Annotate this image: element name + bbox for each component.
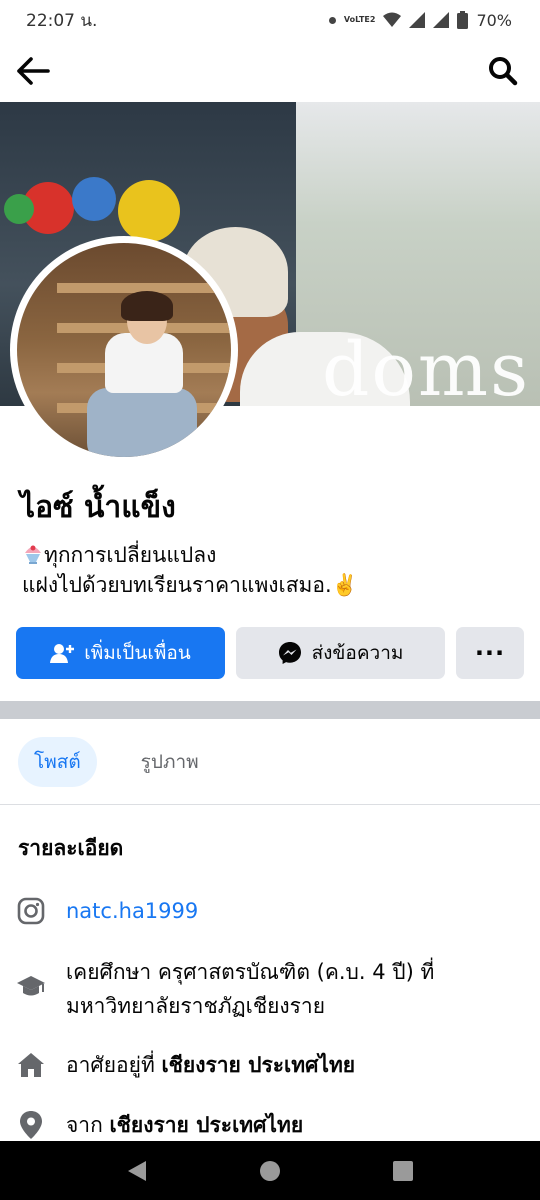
add-friend-button[interactable]: เพิ่มเป็นเพื่อน xyxy=(16,627,225,679)
profile-actions: เพิ่มเป็นเพื่อน ส่งข้อความ ··· xyxy=(16,627,524,679)
bio-line-1: ทุกการเปลี่ยนแปลง xyxy=(44,543,217,567)
add-friend-label: เพิ่มเป็นเพื่อน xyxy=(84,642,191,664)
cover-sign-text: doms xyxy=(322,327,531,406)
cover-flower-yellow xyxy=(118,180,180,242)
signal-2-icon xyxy=(433,12,450,28)
messenger-icon xyxy=(278,642,301,664)
search-icon[interactable] xyxy=(488,56,518,86)
message-label: ส่งข้อความ xyxy=(311,642,404,664)
details-heading: รายละเอียด xyxy=(18,836,124,860)
tab-photos[interactable]: รูปภาพ xyxy=(125,737,215,787)
detail-from: จาก เชียงราย ประเทศไทย xyxy=(16,1108,303,1142)
volte-icon: VoLTE2 xyxy=(343,15,376,24)
detail-lives-in: อาศัยอยู่ที่ เชียงราย ประเทศไทย xyxy=(16,1048,355,1082)
from-text: จาก เชียงราย ประเทศไทย xyxy=(66,1108,303,1142)
detail-instagram: natc.ha1999 xyxy=(16,894,198,928)
message-button[interactable]: ส่งข้อความ xyxy=(236,627,445,679)
detail-education: เคยศึกษา ครุศาสตรบัณฑิต (ค.บ. 4 ปี) ที่ … xyxy=(16,955,434,1023)
app-bar xyxy=(0,40,540,102)
more-options-button[interactable]: ··· xyxy=(456,627,524,679)
lives-in-text: อาศัยอยู่ที่ เชียงราย ประเทศไทย xyxy=(66,1048,355,1082)
education-line-2: มหาวิทยาลัยราชภัฏเชียงราย xyxy=(66,994,326,1018)
wifi-icon xyxy=(383,12,402,27)
education-text: เคยศึกษา ครุศาสตรบัณฑิต (ค.บ. 4 ปี) ที่ … xyxy=(66,955,434,1023)
instagram-link[interactable]: natc.ha1999 xyxy=(66,894,198,928)
avatar-jeans xyxy=(87,388,197,457)
profile-name: ไอซ์ น้ำแข็ง xyxy=(20,490,176,525)
arrow-left-icon[interactable] xyxy=(16,56,50,86)
education-line-1: เคยศึกษา ครุศาสตรบัณฑิต (ค.บ. 4 ปี) ที่ xyxy=(66,960,435,984)
cover-flower-blue xyxy=(72,177,116,221)
shaved-ice-emoji xyxy=(25,545,41,564)
system-nav-bar xyxy=(0,1141,540,1200)
avatar-photo xyxy=(17,243,231,457)
location-pin-icon xyxy=(16,1108,46,1142)
instagram-icon xyxy=(16,894,46,928)
section-divider xyxy=(0,701,540,719)
add-friend-icon xyxy=(50,644,75,663)
from-prefix: จาก xyxy=(66,1113,110,1137)
lives-in-place[interactable]: เชียงราย ประเทศไทย xyxy=(161,1053,355,1077)
graduation-cap-icon xyxy=(16,955,46,1019)
notification-dot-icon xyxy=(328,16,336,24)
profile-bio: ทุกการเปลี่ยนแปลง แฝงไปด้วยบทเรียนราคาแพ… xyxy=(22,540,358,600)
nav-recents-icon[interactable] xyxy=(392,1160,414,1182)
avatar-hair xyxy=(121,291,173,321)
profile-tabs: โพสต์ รูปภาพ xyxy=(0,719,540,805)
status-icons: VoLTE2 70% xyxy=(328,10,512,30)
battery-icon xyxy=(457,11,469,29)
nav-back-icon[interactable] xyxy=(126,1159,148,1183)
status-time: 22:07 น. xyxy=(26,10,98,31)
tab-posts[interactable]: โพสต์ xyxy=(18,736,97,787)
status-bar: 22:07 น. VoLTE2 70% xyxy=(0,0,540,40)
bio-line-2: แฝงไปด้วยบทเรียนราคาแพงเสมอ.✌️ xyxy=(22,573,358,597)
lives-in-prefix: อาศัยอยู่ที่ xyxy=(66,1053,162,1077)
signal-icon xyxy=(409,12,426,28)
nav-home-icon[interactable] xyxy=(259,1160,281,1182)
cover-flower-green xyxy=(4,194,34,224)
battery-percent: 70% xyxy=(476,10,512,30)
from-place[interactable]: เชียงราย ประเทศไทย xyxy=(110,1113,304,1137)
more-icon: ··· xyxy=(474,639,506,667)
profile-avatar[interactable] xyxy=(10,236,238,464)
home-icon xyxy=(16,1048,46,1082)
